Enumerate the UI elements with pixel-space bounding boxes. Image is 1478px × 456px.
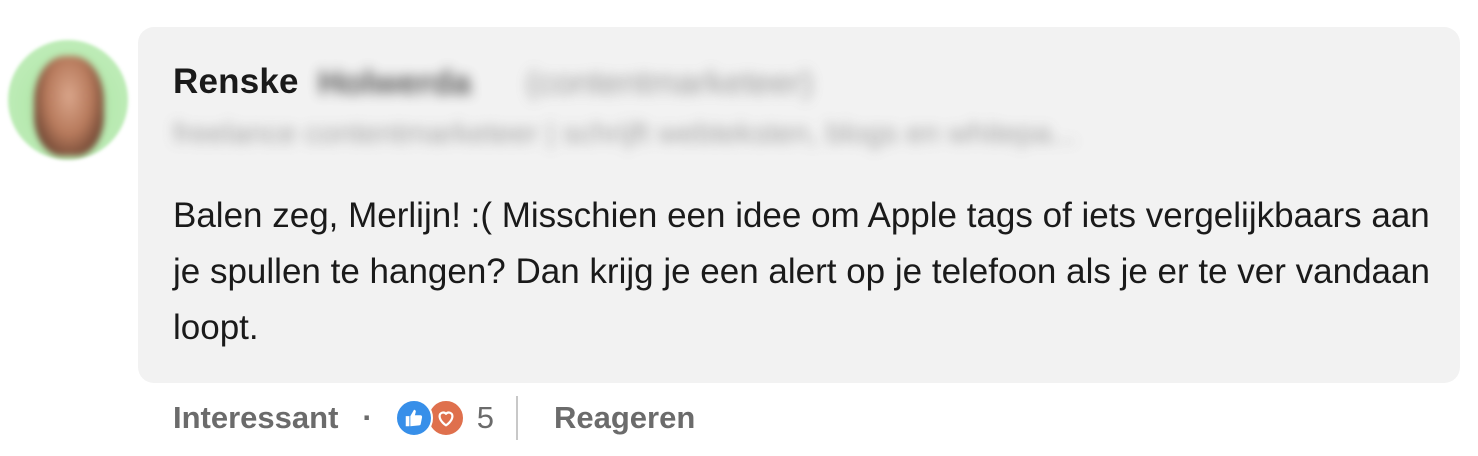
separator-dot: · [362,400,373,435]
avatar[interactable] [8,40,128,160]
author-role-blurred: (contentmarketeer) [526,64,814,102]
comment-actions: Interessant · 5 Reageren [173,396,695,440]
reply-button[interactable]: Reageren [554,400,695,436]
comment-text: Balen zeg, Merlijn! :( Misschien een ide… [173,196,1430,347]
author-headline-blurred: freelance contentmarketeer | schrijft we… [173,117,1077,150]
reactions-summary[interactable]: 5 [394,399,494,437]
thumbs-up-icon [394,399,433,437]
action-divider [515,396,518,440]
author-name[interactable]: Renske [173,62,299,102]
comment: Renske Holwerda (contentmarketeer) freel… [0,0,1478,456]
react-button[interactable]: Interessant [173,400,338,436]
reaction-count: 5 [476,400,494,435]
avatar-photo [34,56,104,156]
author-last-name-blurred: Holwerda [318,64,472,102]
